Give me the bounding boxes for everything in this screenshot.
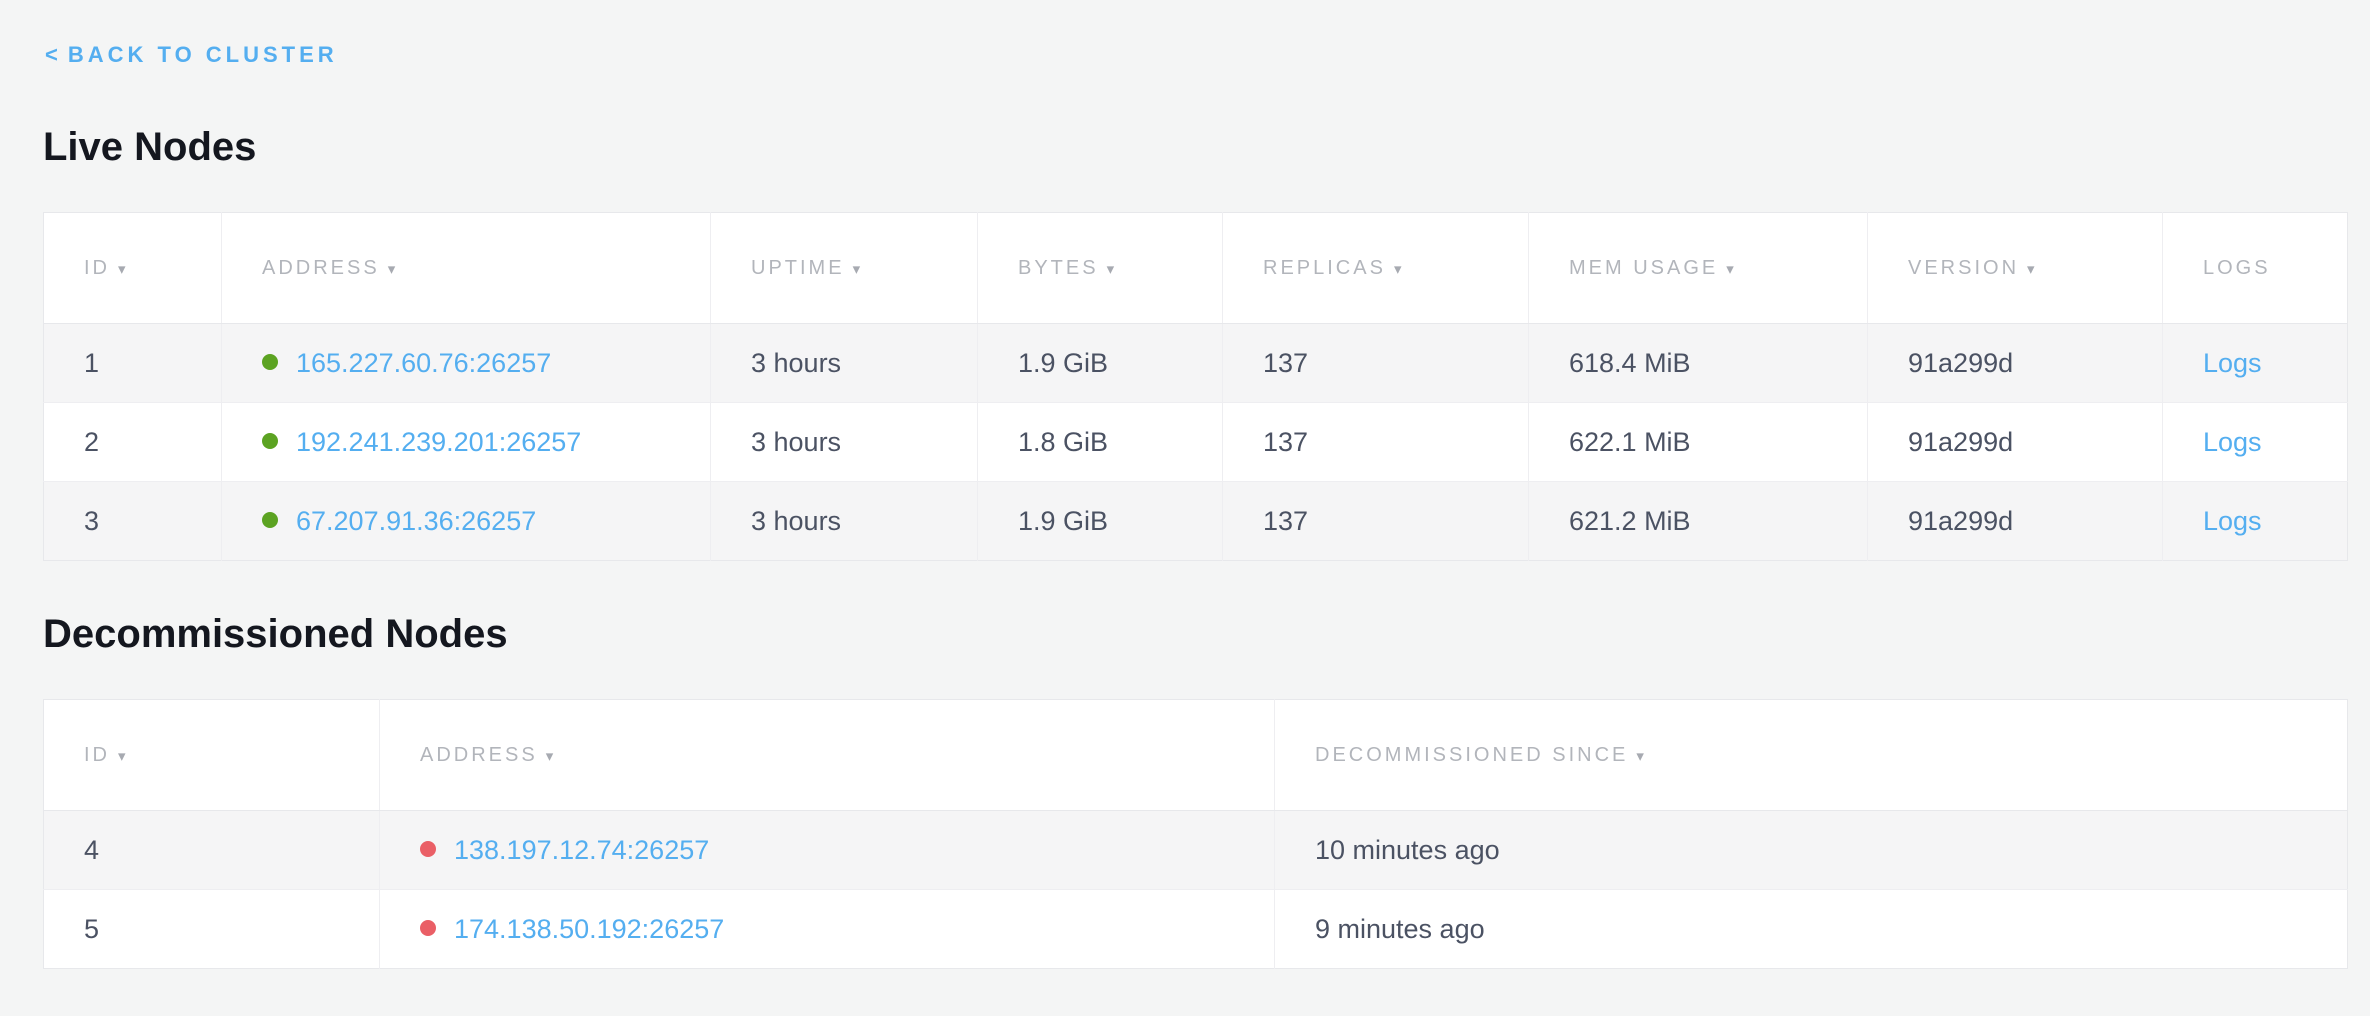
- node-mem-usage-cell: 618.4 MiB: [1529, 324, 1868, 403]
- sort-arrow-icon: ▾: [388, 261, 396, 278]
- back-arrow-icon: <: [45, 42, 58, 67]
- node-logs-cell: Logs: [2163, 482, 2348, 561]
- sort-arrow-icon: ▾: [1107, 261, 1115, 278]
- decommissioned-nodes-header-row: ID▾ ADDRESS▾ DECOMMISSIONED SINCE▾: [44, 700, 2348, 811]
- sort-arrow-icon: ▾: [1636, 748, 1644, 765]
- column-header-decommissioned-since[interactable]: DECOMMISSIONED SINCE▾: [1275, 700, 2348, 811]
- live-nodes-header-row: ID▾ ADDRESS▾ UPTIME▾ BYTES▾ REPLICAS▾ ME…: [44, 213, 2348, 324]
- column-header-address[interactable]: ADDRESS▾: [380, 700, 1275, 811]
- table-row: 2 192.241.239.201:26257 3 hours 1.8 GiB …: [44, 403, 2348, 482]
- logs-link[interactable]: Logs: [2203, 427, 2262, 457]
- node-mem-usage-cell: 622.1 MiB: [1529, 403, 1868, 482]
- node-bytes-cell: 1.8 GiB: [978, 403, 1223, 482]
- back-to-cluster-link[interactable]: < BACK TO CLUSTER: [45, 42, 338, 68]
- node-id-cell: 3: [44, 482, 222, 561]
- column-header-logs: LOGS: [2163, 213, 2348, 324]
- decommissioned-nodes-title: Decommissioned Nodes: [43, 611, 2347, 657]
- node-replicas-cell: 137: [1223, 403, 1529, 482]
- live-status-dot-icon: [262, 433, 278, 449]
- node-address-cell: 192.241.239.201:26257: [222, 403, 711, 482]
- sort-arrow-icon: ▾: [118, 748, 126, 765]
- node-replicas-cell: 137: [1223, 482, 1529, 561]
- node-uptime-cell: 3 hours: [711, 324, 978, 403]
- node-address-link[interactable]: 67.207.91.36:26257: [296, 506, 536, 536]
- sort-arrow-icon: ▾: [2027, 261, 2035, 278]
- sort-arrow-icon: ▾: [118, 261, 126, 278]
- column-header-id[interactable]: ID▾: [44, 213, 222, 324]
- column-header-version[interactable]: VERSION▾: [1868, 213, 2163, 324]
- column-header-bytes[interactable]: BYTES▾: [978, 213, 1223, 324]
- node-id-cell: 4: [44, 811, 380, 890]
- node-version-cell: 91a299d: [1868, 324, 2163, 403]
- node-logs-cell: Logs: [2163, 324, 2348, 403]
- node-decommissioned-since-cell: 9 minutes ago: [1275, 890, 2348, 969]
- sort-arrow-icon: ▾: [853, 261, 861, 278]
- node-mem-usage-cell: 621.2 MiB: [1529, 482, 1868, 561]
- live-status-dot-icon: [262, 512, 278, 528]
- node-logs-cell: Logs: [2163, 403, 2348, 482]
- node-bytes-cell: 1.9 GiB: [978, 482, 1223, 561]
- node-address-link[interactable]: 174.138.50.192:26257: [454, 914, 724, 944]
- decommissioned-status-dot-icon: [420, 920, 436, 936]
- sort-arrow-icon: ▾: [1726, 261, 1734, 278]
- live-nodes-table: ID▾ ADDRESS▾ UPTIME▾ BYTES▾ REPLICAS▾ ME…: [43, 212, 2348, 561]
- node-address-link[interactable]: 138.197.12.74:26257: [454, 835, 709, 865]
- node-address-cell: 138.197.12.74:26257: [380, 811, 1275, 890]
- column-header-id[interactable]: ID▾: [44, 700, 380, 811]
- node-decommissioned-since-cell: 10 minutes ago: [1275, 811, 2348, 890]
- node-bytes-cell: 1.9 GiB: [978, 324, 1223, 403]
- node-address-cell: 174.138.50.192:26257: [380, 890, 1275, 969]
- table-row: 4 138.197.12.74:26257 10 minutes ago: [44, 811, 2348, 890]
- decommissioned-nodes-table: ID▾ ADDRESS▾ DECOMMISSIONED SINCE▾ 4 138…: [43, 699, 2348, 969]
- table-row: 5 174.138.50.192:26257 9 minutes ago: [44, 890, 2348, 969]
- node-version-cell: 91a299d: [1868, 482, 2163, 561]
- node-version-cell: 91a299d: [1868, 403, 2163, 482]
- node-address-cell: 165.227.60.76:26257: [222, 324, 711, 403]
- node-address-cell: 67.207.91.36:26257: [222, 482, 711, 561]
- column-header-mem-usage[interactable]: MEM USAGE▾: [1529, 213, 1868, 324]
- node-id-cell: 1: [44, 324, 222, 403]
- table-row: 3 67.207.91.36:26257 3 hours 1.9 GiB 137…: [44, 482, 2348, 561]
- table-row: 1 165.227.60.76:26257 3 hours 1.9 GiB 13…: [44, 324, 2348, 403]
- node-replicas-cell: 137: [1223, 324, 1529, 403]
- logs-link[interactable]: Logs: [2203, 506, 2262, 536]
- node-address-link[interactable]: 165.227.60.76:26257: [296, 348, 551, 378]
- page: < BACK TO CLUSTER Live Nodes ID▾ ADDRESS▾…: [0, 0, 2370, 969]
- node-id-cell: 5: [44, 890, 380, 969]
- node-uptime-cell: 3 hours: [711, 403, 978, 482]
- node-id-cell: 2: [44, 403, 222, 482]
- column-header-address[interactable]: ADDRESS▾: [222, 213, 711, 324]
- logs-link[interactable]: Logs: [2203, 348, 2262, 378]
- node-address-link[interactable]: 192.241.239.201:26257: [296, 427, 581, 457]
- back-link-label: BACK TO CLUSTER: [68, 42, 338, 67]
- decommissioned-status-dot-icon: [420, 841, 436, 857]
- sort-arrow-icon: ▾: [1394, 261, 1402, 278]
- column-header-replicas[interactable]: REPLICAS▾: [1223, 213, 1529, 324]
- column-header-uptime[interactable]: UPTIME▾: [711, 213, 978, 324]
- live-nodes-title: Live Nodes: [43, 124, 2347, 170]
- live-status-dot-icon: [262, 354, 278, 370]
- node-uptime-cell: 3 hours: [711, 482, 978, 561]
- sort-arrow-icon: ▾: [546, 748, 554, 765]
